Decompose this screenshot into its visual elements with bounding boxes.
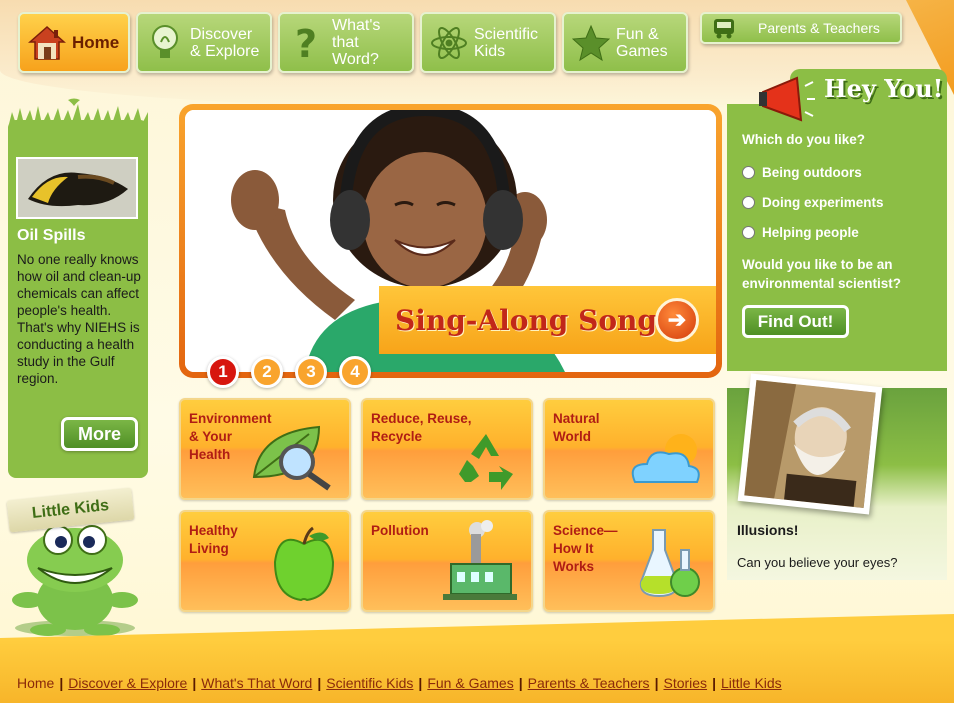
tile-label: Pollution	[371, 523, 429, 538]
find-out-button[interactable]: Find Out!	[742, 305, 849, 338]
nav-discover-explore[interactable]: Discover & Explore	[136, 12, 272, 73]
footer-link-stories[interactable]: Stories	[663, 675, 707, 691]
lightbulb-icon	[146, 24, 184, 62]
cloud-sun-icon	[631, 434, 700, 483]
tile-label: Healthy Living	[189, 523, 238, 556]
hey-you-question: Which do you like?	[742, 132, 866, 147]
carousel-dot-1[interactable]: 1	[207, 356, 239, 388]
footer-separator: |	[192, 675, 197, 691]
nav-discover-label: Discover & Explore	[190, 25, 260, 60]
oil-spills-description: No one really knows how oil and clean-up…	[17, 252, 141, 386]
option-helping-people[interactable]: Helping people	[742, 225, 859, 240]
nav-whats-that-word-label: What's that Word?	[332, 17, 381, 68]
nav-home-label: Home	[72, 33, 120, 52]
carousel-dot-4[interactable]: 4	[339, 356, 371, 388]
nav-home-button[interactable]: Home	[18, 12, 130, 73]
radio-button[interactable]	[742, 166, 755, 179]
nav-whats-that-word[interactable]: ? What's that Word?	[278, 12, 414, 73]
parents-teachers-label: Parents & Teachers	[758, 20, 880, 36]
footer-separator: |	[317, 675, 322, 691]
radio-button[interactable]	[742, 226, 755, 239]
nav-fun-games[interactable]: Fun & Games	[562, 12, 688, 73]
tile-healthy-living[interactable]: Healthy Living	[179, 510, 351, 612]
factory-icon	[443, 520, 517, 600]
tile-science-how-it-works[interactable]: Science— How It Works	[543, 510, 715, 612]
question-mark-icon: ?	[288, 24, 326, 62]
option-label: Being outdoors	[762, 165, 862, 180]
footer-separator: |	[712, 675, 716, 691]
atom-icon	[430, 24, 468, 62]
option-doing-experiments[interactable]: Doing experiments	[742, 195, 884, 210]
main-nav: Home Discover & Explore ? What's that Wo…	[18, 12, 688, 73]
option-label: Doing experiments	[762, 195, 884, 210]
oil-spills-title[interactable]: Oil Spills	[17, 227, 85, 245]
footer-separator: |	[654, 675, 659, 691]
footer-link-parents-teachers[interactable]: Parents & Teachers	[528, 675, 650, 691]
hero-slide[interactable]: Sing-Along Songs ➔	[185, 110, 716, 372]
environmental-scientist-question: Would you like to be an environmental sc…	[742, 257, 902, 291]
footer-link-whats-that-word[interactable]: What's That Word	[201, 675, 312, 691]
illusions-description: Can you believe your eyes?	[737, 555, 898, 570]
leaf-magnifier-icon	[252, 425, 331, 491]
illusion-picture	[744, 380, 876, 508]
footer-link-fun-games[interactable]: Fun & Games	[427, 675, 513, 691]
footer-link-little-kids[interactable]: Little Kids	[721, 675, 782, 691]
tile-pollution[interactable]: Pollution	[361, 510, 533, 612]
footer-link-home[interactable]: Home	[17, 675, 54, 691]
hero-title: Sing-Along Songs	[395, 303, 673, 337]
footer-link-scientific-kids[interactable]: Scientific Kids	[326, 675, 413, 691]
house-icon	[28, 24, 66, 62]
nav-scientific-kids[interactable]: Scientific Kids	[420, 12, 556, 73]
carousel-pagination: 1 2 3 4	[207, 356, 371, 388]
footer	[0, 640, 954, 703]
illusion-image[interactable]	[737, 373, 883, 515]
svg-text:?: ?	[295, 24, 317, 62]
parents-teachers-button[interactable]: Parents & Teachers	[700, 12, 902, 44]
footer-separator: |	[518, 675, 523, 691]
footer-separator: |	[418, 675, 423, 691]
option-label: Helping people	[762, 225, 859, 240]
option-being-outdoors[interactable]: Being outdoors	[742, 165, 862, 180]
apple-icon	[273, 526, 335, 602]
nav-fun-games-label: Fun & Games	[616, 25, 668, 60]
tile-label: Natural World	[553, 411, 600, 444]
star-icon	[572, 24, 610, 62]
illusions-title[interactable]: Illusions!	[737, 522, 798, 538]
arrow-right-icon[interactable]: ➔	[655, 298, 699, 342]
hey-you-title: Hey You!	[824, 74, 944, 103]
tile-environment-health[interactable]: Environment & Your Health	[179, 398, 351, 500]
oil-spill-image[interactable]	[16, 157, 138, 219]
tile-reduce-reuse-recycle[interactable]: Reduce, Reuse, Recycle	[361, 398, 533, 500]
flask-icon	[639, 529, 700, 598]
carousel-dot-2[interactable]: 2	[251, 356, 283, 388]
bus-icon	[712, 17, 736, 39]
radio-button[interactable]	[742, 196, 755, 209]
sing-along-banner[interactable]: Sing-Along Songs ➔	[379, 286, 716, 354]
footer-link-discover-explore[interactable]: Discover & Explore	[68, 675, 187, 691]
hero-carousel: Sing-Along Songs ➔	[179, 104, 722, 378]
tile-natural-world[interactable]: Natural World	[543, 398, 715, 500]
grass-decoration	[8, 98, 148, 128]
tile-label: Science— How It Works	[553, 523, 618, 574]
nav-scientific-kids-label: Scientific Kids	[474, 25, 539, 60]
footer-separator: |	[59, 675, 64, 691]
recycle-icon	[459, 434, 513, 490]
more-button[interactable]: More	[61, 417, 138, 451]
footer-links: Home | Discover & Explore | What's That …	[17, 675, 782, 691]
megaphone-icon	[759, 76, 815, 122]
carousel-dot-3[interactable]: 3	[295, 356, 327, 388]
